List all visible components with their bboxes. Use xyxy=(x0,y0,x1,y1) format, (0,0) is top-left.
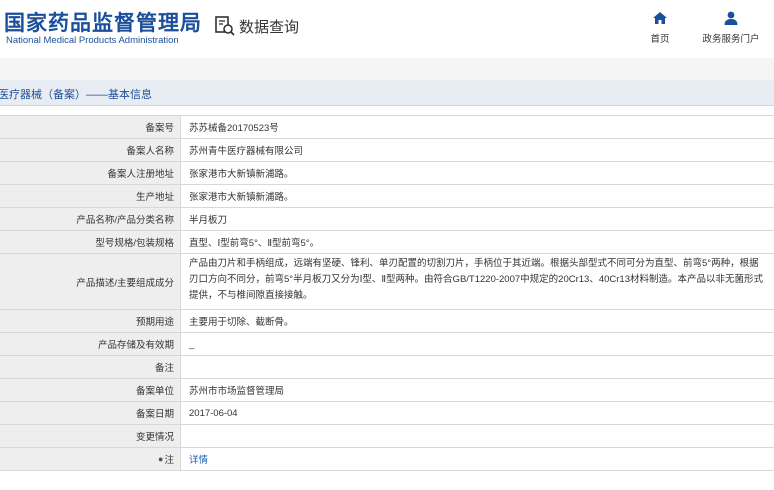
data-query-label: 数据查询 xyxy=(239,18,300,36)
row-value: 苏苏械备20170523号 xyxy=(181,116,774,138)
row-label: 备案单位 xyxy=(0,379,181,401)
nav-home[interactable]: 首页 xyxy=(648,10,672,45)
table-row-product-name: 产品名称/产品分类名称 半月板刀 xyxy=(0,208,774,231)
details-link[interactable]: 详情 xyxy=(189,452,208,466)
table-row-product-description: 产品描述/主要组成成分 产品由刀片和手柄组成，远端有坚硬、锋利、单刃配置的切割刀… xyxy=(0,254,774,310)
row-label: 产品存储及有效期 xyxy=(0,333,181,355)
row-label: 变更情况 xyxy=(0,425,181,447)
row-value: 张家港市大新镇新浦路。 xyxy=(181,162,774,184)
row-value: 半月板刀 xyxy=(181,208,774,230)
header-separator-band xyxy=(0,58,774,80)
table-row-record-number: 备案号 苏苏械备20170523号 xyxy=(0,116,774,139)
table-row-model-spec: 型号规格/包装规格 直型、Ⅰ型前弯5°、Ⅱ型前弯5°。 xyxy=(0,231,774,254)
user-icon xyxy=(724,11,738,25)
row-label: 备案人名称 xyxy=(0,139,181,161)
section-header: 医疗器械（备案）——基本信息 xyxy=(0,80,774,106)
table-row-registrant-name: 备案人名称 苏州青牛医疗器械有限公司 xyxy=(0,139,774,162)
pin-icon: ● xyxy=(158,454,164,464)
table-row-registrant-address: 备案人注册地址 张家港市大新镇新浦路。 xyxy=(0,162,774,185)
logo-title-cn[interactable]: 国家药品监督管理局 xyxy=(4,7,202,37)
table-row-filing-authority: 备案单位 苏州市市场监督管理局 xyxy=(0,379,774,402)
data-query-link[interactable]: 数据查询 xyxy=(214,14,299,38)
note-label: 注 xyxy=(164,455,174,466)
row-value: 张家港市大新镇新浦路。 xyxy=(181,185,774,207)
table-row-production-address: 生产地址 张家港市大新镇新浦路。 xyxy=(0,185,774,208)
row-value: 2017-06-04 xyxy=(181,402,774,424)
row-label: 型号规格/包装规格 xyxy=(0,231,181,253)
row-value: 产品由刀片和手柄组成，远端有坚硬、锋利、单刃配置的切割刀片，手柄位于其近端。根据… xyxy=(181,254,774,309)
home-icon xyxy=(653,12,667,24)
row-label: 备案日期 xyxy=(0,402,181,424)
row-label: 备注 xyxy=(0,356,181,378)
table-row-remarks: 备注 xyxy=(0,356,774,379)
row-value: 苏州市市场监督管理局 xyxy=(181,379,774,401)
row-label: 备案人注册地址 xyxy=(0,162,181,184)
row-label: 备案号 xyxy=(0,116,181,138)
row-value xyxy=(181,356,774,378)
site-header: 国家药品监督管理局 National Medical Products Admi… xyxy=(0,0,774,58)
row-value xyxy=(181,425,774,447)
logo-title-en[interactable]: National Medical Products Administration xyxy=(6,35,179,46)
row-value: 直型、Ⅰ型前弯5°、Ⅱ型前弯5°。 xyxy=(181,231,774,253)
nav-home-label: 首页 xyxy=(650,34,670,45)
row-label: 生产地址 xyxy=(0,185,181,207)
table-row-filing-date: 备案日期 2017-06-04 xyxy=(0,402,774,425)
table-row-storage-validity: 产品存储及有效期 _ xyxy=(0,333,774,356)
detail-table: 备案号 苏苏械备20170523号 备案人名称 苏州青牛医疗器械有限公司 备案人… xyxy=(0,115,774,471)
search-document-icon xyxy=(215,16,235,36)
row-value: _ xyxy=(181,333,774,355)
row-label-note: ● 注 xyxy=(0,448,181,470)
row-label: 产品描述/主要组成成分 xyxy=(0,254,181,309)
nav-portal-label: 政务服务门户 xyxy=(702,34,760,45)
table-row-changes: 变更情况 xyxy=(0,425,774,448)
row-value: 详情 xyxy=(181,448,774,470)
row-value: 主要用于切除、截断骨。 xyxy=(181,310,774,332)
row-value: 苏州青牛医疗器械有限公司 xyxy=(181,139,774,161)
section-title: 医疗器械（备案）——基本信息 xyxy=(0,89,152,101)
table-row-note: ● 注 详情 xyxy=(0,448,774,471)
row-label: 产品名称/产品分类名称 xyxy=(0,208,181,230)
nav-service-portal[interactable]: 政务服务门户 xyxy=(700,10,762,45)
row-label: 预期用途 xyxy=(0,310,181,332)
table-row-intended-use: 预期用途 主要用于切除、截断骨。 xyxy=(0,310,774,333)
